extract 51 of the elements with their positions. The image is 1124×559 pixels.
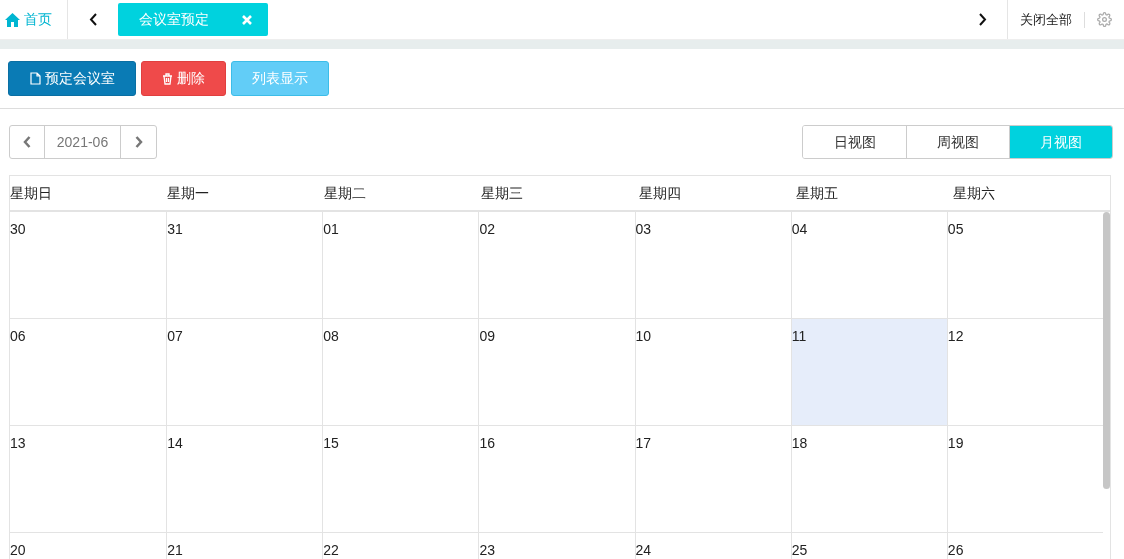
current-month: 2021-06 [45,126,121,158]
day-number: 11 [791,328,807,344]
day-number: 05 [947,221,964,237]
chevron-left-icon [23,136,31,148]
settings-icon[interactable] [1097,12,1112,27]
day-number: 01 [323,221,339,237]
day-number: 25 [791,542,808,558]
day-number: 02 [479,221,495,237]
weekday-header: 星期二 [324,183,368,203]
day-number: 18 [791,435,808,451]
day-number: 26 [947,542,964,558]
weekday-header: 星期日 [10,183,53,203]
document-icon [29,72,41,85]
day-number: 21 [167,542,183,558]
trash-icon [162,72,173,85]
day-number: 24 [635,542,652,558]
day-number: 22 [323,542,339,558]
day-number: 30 [10,221,26,237]
day-number: 07 [167,328,183,344]
weekday-header: 星期五 [795,183,839,203]
home-icon [5,12,20,27]
chevron-left-icon [89,13,97,26]
day-number: 08 [323,328,339,344]
day-number: 31 [167,221,183,237]
scrollbar-thumb[interactable] [1103,212,1110,489]
day-number: 15 [323,435,339,451]
day-number: 17 [635,435,652,451]
toolbar-button[interactable]: 预定会议室 [8,61,136,96]
close-all-button[interactable]: 关闭全部 [1008,11,1085,28]
day-number: 13 [10,435,26,451]
toolbar-button[interactable]: 删除 [141,61,226,96]
day-number: 04 [791,221,808,237]
chevron-right-icon [134,136,143,148]
weekday-header: 星期一 [167,183,211,203]
day-number: 14 [167,435,183,451]
tab-label: 会议室预定 [139,10,209,29]
day-number: 20 [10,542,26,558]
day-number: 03 [635,221,652,237]
weekday-header: 星期六 [952,183,996,203]
chevron-right-icon [978,13,987,26]
day-number: 23 [479,542,495,558]
day-cell[interactable]: 11 [790,319,947,425]
close-icon[interactable] [242,14,252,25]
day-number: 09 [479,328,495,344]
day-number: 16 [479,435,495,451]
weekday-header: 星期四 [638,183,682,203]
day-number: 19 [947,435,964,451]
weekday-header: 星期三 [481,183,525,203]
day-number: 10 [635,328,652,344]
day-number: 06 [10,328,26,344]
day-number: 12 [947,328,964,344]
